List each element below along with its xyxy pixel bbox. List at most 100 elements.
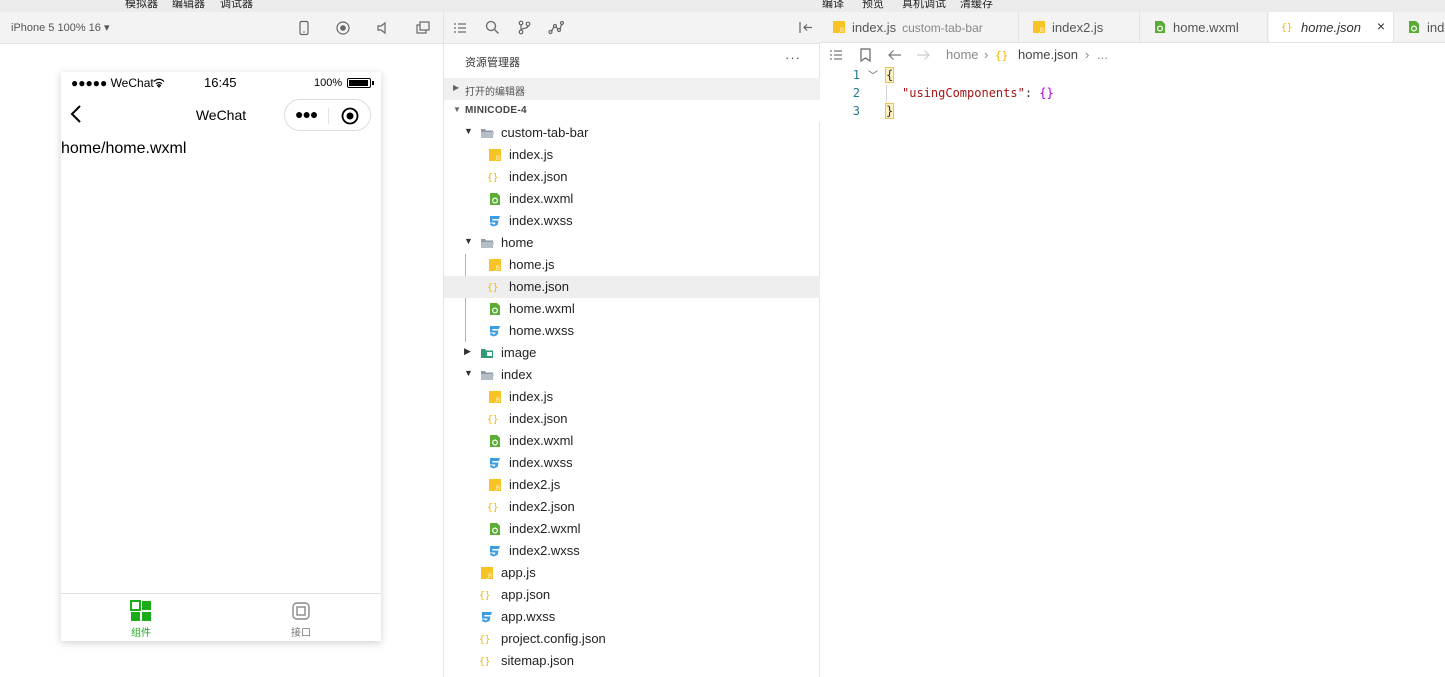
wxss-file-icon — [490, 546, 500, 557]
file-row[interactable]: index.wxss — [444, 452, 820, 474]
file-row[interactable]: {} sitemap.json — [444, 650, 820, 672]
breadcrumb-folder[interactable]: home — [946, 47, 979, 62]
file-name: home.wxml — [509, 301, 575, 316]
phone-icon[interactable] — [296, 20, 312, 36]
fold-chevron-icon[interactable]: ﹀ — [868, 67, 878, 82]
menu-compile[interactable]: 编译 — [822, 0, 844, 11]
wxss-file-icon — [482, 612, 492, 623]
json-colon: : — [1024, 86, 1040, 100]
chevron-right-icon: ▶ — [453, 83, 460, 92]
file-row[interactable]: {} index.json — [444, 166, 820, 188]
line-number: 2 — [852, 86, 860, 100]
tab-components[interactable]: 组件 — [101, 600, 181, 639]
navigation-bar: WeChat ●●● — [61, 94, 381, 136]
folder-image[interactable]: ▶ image — [444, 342, 820, 364]
detach-window-icon[interactable] — [415, 20, 431, 36]
close-tab-icon[interactable]: × — [1377, 18, 1385, 34]
code-line: { — [884, 67, 895, 83]
wxss-file-icon — [490, 326, 500, 337]
file-row[interactable]: {} index2.json — [444, 496, 820, 518]
file-row[interactable]: {} app.json — [444, 584, 820, 606]
folder-home[interactable]: ▼ home — [444, 232, 820, 254]
open-editors-section[interactable]: ▶ 打开的编辑器 — [444, 78, 820, 100]
json-file-icon: {} — [487, 503, 499, 514]
file-row[interactable]: {} index.json — [444, 408, 820, 430]
folder-custom-tab-bar[interactable]: ▼ custom-tab-bar — [444, 122, 820, 144]
more-dots-icon[interactable]: ●●● — [295, 106, 318, 122]
file-name: index.json — [509, 411, 568, 426]
explorer-title: 资源管理器 — [465, 57, 520, 69]
close-capsule-icon[interactable] — [341, 107, 359, 125]
file-row[interactable]: JS app.js — [444, 562, 820, 584]
svg-text:JS: JS — [495, 266, 501, 272]
wxml-file-icon — [490, 193, 500, 205]
file-row[interactable]: JS index.js — [444, 144, 820, 166]
tab-label: home.json — [1301, 20, 1361, 35]
file-name: index2.json — [509, 499, 575, 514]
volume-icon[interactable] — [375, 20, 391, 36]
explorer-panel: 资源管理器 ··· ▶ 打开的编辑器 ▼ MINICODE-4 ▼ custom… — [443, 12, 820, 677]
breadcrumb-more[interactable]: ... — [1097, 47, 1108, 62]
tab-overflow[interactable]: ind — [1395, 12, 1445, 42]
file-row[interactable]: app.wxss — [444, 606, 820, 628]
menu-simulator[interactable]: 模拟器 — [125, 0, 158, 11]
list-icon[interactable] — [453, 21, 467, 35]
file-row[interactable]: home.wxss — [444, 320, 820, 342]
file-row[interactable]: JS index.js — [444, 386, 820, 408]
file-name: index.js — [509, 389, 554, 404]
tab-home-json-active[interactable]: {} home.json × — [1269, 12, 1394, 42]
source-control-icon[interactable] — [517, 20, 532, 35]
svg-text:{}: {} — [1281, 23, 1293, 34]
collapse-panel-icon[interactable] — [798, 20, 814, 35]
tab-api[interactable]: 接口 — [261, 600, 341, 639]
file-row[interactable]: JS index2.js — [444, 474, 820, 496]
svg-text:JS: JS — [495, 486, 501, 492]
tab-components-label: 组件 — [131, 628, 151, 639]
file-name: index.json — [509, 169, 568, 184]
file-name: index.wxss — [509, 213, 573, 228]
file-row[interactable]: index.wxss — [444, 210, 820, 232]
more-actions-icon[interactable]: ··· — [785, 50, 801, 65]
svg-text:JS: JS — [495, 156, 501, 162]
chevron-right-icon: ▶ — [464, 346, 471, 356]
svg-text:{}: {} — [995, 49, 1008, 62]
breadcrumb-file[interactable]: home.json — [1018, 47, 1078, 62]
json-value: {} — [1039, 86, 1054, 100]
open-editors-label: 打开的编辑器 — [465, 87, 525, 98]
file-row-selected[interactable]: {} home.json — [444, 276, 820, 298]
wifi-icon — [153, 78, 165, 88]
menu-preview[interactable]: 预览 — [862, 0, 884, 11]
line-number: 3 — [852, 104, 860, 118]
tab-index-js[interactable]: JS index.js custom-tab-bar — [820, 12, 1019, 42]
file-row[interactable]: index.wxml — [444, 188, 820, 210]
tab-index2-js[interactable]: JS index2.js — [1020, 12, 1140, 42]
tab-home-wxml[interactable]: home.wxml — [1141, 12, 1268, 42]
outline-list-icon[interactable] — [829, 48, 843, 62]
record-icon[interactable] — [335, 20, 351, 36]
file-row[interactable]: home.wxml — [444, 298, 820, 320]
file-row[interactable]: {} project.config.json — [444, 628, 820, 650]
forward-arrow-icon[interactable] — [916, 48, 931, 62]
grid-icon — [130, 600, 151, 621]
menu-remote-debug[interactable]: 真机调试 — [902, 0, 946, 11]
svg-text:{}: {} — [487, 503, 499, 514]
menu-editor[interactable]: 编辑器 — [172, 0, 205, 11]
menu-clear-cache[interactable]: 清缓存 — [960, 0, 993, 11]
chevron-right-icon: › — [1085, 47, 1090, 62]
bookmark-icon[interactable] — [859, 48, 872, 62]
json-key: "usingComponents" — [902, 86, 1025, 100]
folder-index[interactable]: ▼ index — [444, 364, 820, 386]
project-section[interactable]: ▼ MINICODE-4 — [444, 100, 820, 122]
back-arrow-icon[interactable] — [887, 48, 902, 62]
search-icon[interactable] — [485, 20, 500, 35]
file-row[interactable]: index.wxml — [444, 430, 820, 452]
file-row[interactable]: index2.wxml — [444, 518, 820, 540]
file-name: index.wxml — [509, 433, 574, 448]
menu-debugger[interactable]: 调试器 — [220, 0, 253, 11]
js-file-icon: JS — [833, 21, 845, 34]
extensions-icon[interactable] — [548, 20, 564, 35]
device-select[interactable]: iPhone 5 100% 16 ▾ — [11, 21, 109, 34]
chevron-down-icon: ▼ — [464, 126, 473, 136]
file-row[interactable]: JS home.js — [444, 254, 820, 276]
file-row[interactable]: index2.wxss — [444, 540, 820, 562]
